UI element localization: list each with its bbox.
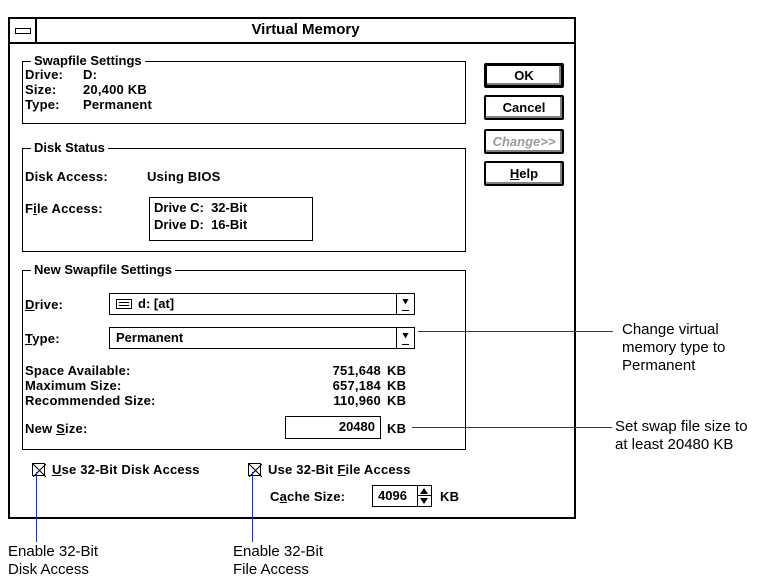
- new-size-unit: KB: [387, 421, 407, 436]
- current-type-value: Permanent: [83, 97, 152, 112]
- current-type-label: Type:: [25, 97, 60, 112]
- cache-size-value: 4096: [378, 488, 407, 503]
- type-callout-line: [418, 331, 613, 332]
- new-type-label: Type:: [25, 331, 60, 346]
- space-available-value: 751,648: [332, 363, 381, 378]
- type-dropdown[interactable]: Permanent ⯆: [109, 327, 415, 349]
- disk-access-checkbox-label: Use 32-Bit Disk Access: [52, 462, 200, 477]
- type-dropdown-value: Permanent: [116, 330, 184, 345]
- drive-dropdown-value: d: [at]: [138, 296, 175, 311]
- change-button[interactable]: Change>>: [484, 129, 564, 154]
- swapfile-settings-label: Swapfile Settings: [31, 53, 145, 68]
- cache-size-label: Cache Size:: [270, 489, 346, 504]
- maximum-size-unit: KB: [387, 378, 407, 393]
- disk-status-label: Disk Status: [31, 140, 108, 155]
- cache-size-input[interactable]: 4096: [372, 485, 432, 507]
- dialog-title: Virtual Memory: [251, 21, 360, 38]
- swapfile-settings-group: Swapfile Settings Drive: D: Size: 20,400…: [22, 53, 466, 124]
- checkbox-checked-icon: [249, 464, 262, 477]
- drive-icon: [116, 299, 132, 309]
- file-access-line-c: Drive C: 32-Bit: [154, 200, 248, 215]
- file-access-listbox[interactable]: Drive C: 32-Bit Drive D: 16-Bit: [149, 197, 313, 241]
- file-annotation-line-1: Enable 32-Bit: [233, 543, 324, 560]
- disk-access-annotation: Enable 32-Bit Disk Access: [8, 543, 98, 579]
- recommended-size-label: Recommended Size:: [25, 393, 156, 408]
- file-annotation-line-2: File Access: [233, 561, 309, 578]
- recommended-size-value: 110,960: [333, 393, 381, 408]
- disk-status-group: Disk Status Disk Access: Using BIOS File…: [22, 140, 466, 252]
- size-annotation-line-2: at least 20480 KB: [615, 436, 734, 453]
- space-available-label: Space Available:: [25, 363, 131, 378]
- maximum-size-value: 657,184: [332, 378, 381, 393]
- disk-access-value: Using BIOS: [147, 169, 221, 184]
- size-callout-line: [412, 427, 612, 428]
- type-annotation-line-3: Permanent: [622, 357, 696, 374]
- new-size-input[interactable]: 20480: [285, 416, 381, 439]
- ok-button[interactable]: OK: [484, 63, 564, 88]
- cache-size-unit: KB: [440, 489, 460, 504]
- file-access-label: File Access:: [25, 201, 103, 216]
- file-access-annotation: Enable 32-Bit File Access: [233, 543, 323, 579]
- file-access-checkbox-label: Use 32-Bit File Access: [268, 462, 411, 477]
- file-access-checkbox[interactable]: [248, 463, 262, 477]
- new-size-label: New Size:: [25, 421, 88, 436]
- type-annotation: Change virtual memory type to Permanent: [622, 321, 725, 375]
- type-annotation-line-2: memory type to: [622, 339, 726, 356]
- recommended-size-unit: KB: [387, 393, 407, 408]
- dropdown-arrow-icon[interactable]: ⯆: [396, 328, 414, 348]
- space-available-unit: KB: [387, 363, 407, 378]
- type-annotation-line-1: Change virtual: [622, 321, 719, 338]
- current-drive-value: D:: [83, 67, 98, 82]
- new-swapfile-group: New Swapfile Settings Drive: d: [at] ⯆ T…: [22, 262, 466, 450]
- disk-annotation-line-1: Enable 32-Bit: [8, 543, 99, 560]
- dropdown-arrow-icon[interactable]: ⯆: [396, 294, 414, 314]
- current-drive-label: Drive:: [25, 67, 64, 82]
- disk-access-callout-line: [36, 472, 37, 542]
- new-swapfile-label: New Swapfile Settings: [31, 262, 175, 277]
- new-drive-label: Drive:: [25, 297, 64, 312]
- checkbox-checked-icon: [33, 464, 46, 477]
- title-bar: Virtual Memory: [10, 19, 574, 44]
- current-size-label: Size:: [25, 82, 57, 97]
- cancel-button[interactable]: Cancel: [484, 95, 564, 120]
- virtual-memory-dialog: Virtual Memory Swapfile Settings Drive: …: [8, 17, 576, 519]
- disk-annotation-line-2: Disk Access: [8, 561, 89, 578]
- file-access-callout-line: [252, 472, 253, 542]
- disk-access-label: Disk Access:: [25, 169, 108, 184]
- system-menu-icon[interactable]: [10, 19, 37, 42]
- spinner-icon[interactable]: [417, 486, 431, 506]
- help-button[interactable]: Help: [484, 161, 564, 186]
- size-annotation: Set swap file size to at least 20480 KB: [615, 418, 748, 454]
- maximum-size-label: Maximum Size:: [25, 378, 122, 393]
- current-size-value: 20,400 KB: [83, 82, 147, 97]
- drive-dropdown[interactable]: d: [at] ⯆: [109, 293, 415, 315]
- size-annotation-line-1: Set swap file size to: [615, 418, 748, 435]
- file-access-line-d: Drive D: 16-Bit: [154, 217, 248, 232]
- disk-access-checkbox[interactable]: [32, 463, 46, 477]
